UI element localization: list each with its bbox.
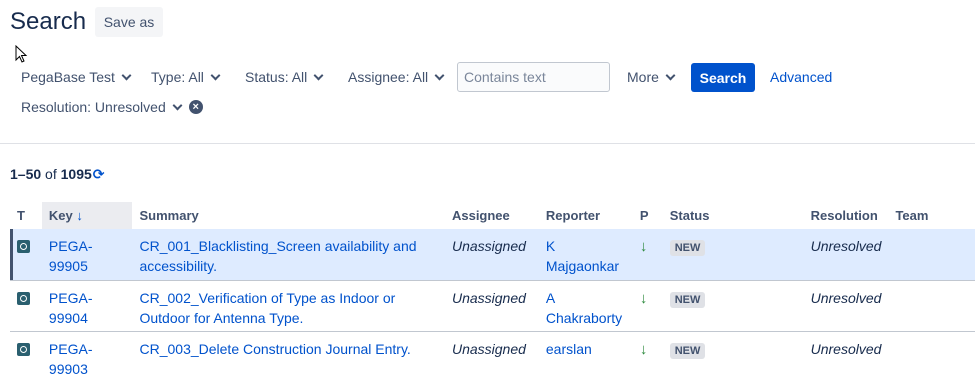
- column-header-reporter[interactable]: Reporter: [539, 202, 633, 229]
- resolution-filter[interactable]: Resolution: Unresolved ×: [21, 92, 203, 122]
- issue-key-link[interactable]: PEGA-99904: [49, 290, 93, 326]
- assignee-filter-label: Assignee: All: [348, 69, 429, 85]
- issue-assignee: Unassigned: [451, 238, 526, 254]
- clear-filter-icon[interactable]: ×: [188, 100, 203, 114]
- table-row[interactable]: PEGA-99905 CR_001_Blacklisting_Screen av…: [10, 229, 975, 281]
- chevron-down-icon: [210, 70, 221, 80]
- project-filter-label: PegaBase Test: [21, 69, 115, 85]
- chevron-down-icon: [313, 70, 324, 80]
- chevron-down-icon: [172, 100, 183, 110]
- more-filter[interactable]: More: [627, 62, 676, 92]
- issue-reporter-link[interactable]: A Chakraborty: [546, 290, 622, 326]
- issue-assignee: Unassigned: [451, 289, 526, 306]
- issue-key-link[interactable]: PEGA-99903: [49, 341, 93, 374]
- chevron-down-icon: [665, 70, 676, 80]
- results-total: 1095: [60, 166, 92, 182]
- issue-summary-link[interactable]: CR_001_Blacklisting_Screen availability …: [139, 238, 416, 274]
- assignee-filter[interactable]: Assignee: All: [348, 62, 445, 92]
- status-filter[interactable]: Status: All: [245, 62, 324, 92]
- results-range: 1–50: [10, 166, 42, 182]
- search-button[interactable]: Search: [691, 63, 755, 92]
- chevron-down-icon: [121, 70, 132, 80]
- refresh-icon[interactable]: ⟳: [93, 166, 105, 182]
- type-filter-label: Type: All: [151, 69, 204, 85]
- down-arrow-icon: ↓: [639, 238, 648, 255]
- issue-summary-link[interactable]: CR_002_Verification of Type as Indoor or…: [139, 290, 395, 326]
- column-header-assignee[interactable]: Assignee: [445, 202, 539, 229]
- status-badge: NEW: [669, 342, 706, 359]
- issue-type-icon: [17, 342, 30, 356]
- issue-resolution: Unresolved: [810, 238, 882, 254]
- issue-type-icon: [17, 240, 30, 253]
- column-header-type[interactable]: T: [10, 202, 42, 229]
- resolution-filter-label: Resolution: Unresolved: [21, 99, 166, 115]
- column-header-summary[interactable]: Summary: [132, 202, 444, 229]
- sort-arrow-icon: ↓: [76, 208, 83, 223]
- column-header-key[interactable]: Key ↓: [41, 202, 133, 229]
- issue-assignee: Unassigned: [451, 340, 526, 357]
- table-row[interactable]: PEGA-99903 CR_003_Delete Construction Jo…: [10, 331, 975, 374]
- results-count: 1–50 of 1095⟳: [10, 166, 105, 183]
- more-filter-label: More: [627, 69, 659, 85]
- filter-bar: PegaBase Test Type: All Status: All Assi…: [0, 62, 975, 92]
- results-of: of: [45, 166, 57, 182]
- down-arrow-icon: ↓: [639, 340, 648, 358]
- column-header-priority[interactable]: P: [633, 202, 663, 229]
- chevron-down-icon: [434, 70, 445, 80]
- advanced-link[interactable]: Advanced: [770, 62, 832, 92]
- status-badge: NEW: [669, 291, 706, 308]
- issue-reporter-link[interactable]: K Majgaonkar: [546, 238, 619, 274]
- issue-key-link[interactable]: PEGA-99905: [49, 238, 93, 274]
- column-header-key-label: Key: [48, 208, 73, 223]
- table-header-row: T Key ↓ Summary Assignee Reporter P Stat…: [10, 202, 975, 229]
- divider: [0, 143, 975, 144]
- type-filter[interactable]: Type: All: [151, 62, 221, 92]
- issue-resolution: Unresolved: [810, 289, 882, 306]
- column-header-resolution[interactable]: Resolution: [804, 202, 889, 229]
- column-header-status[interactable]: Status: [663, 202, 804, 229]
- issue-resolution: Unresolved: [810, 340, 882, 357]
- status-filter-label: Status: All: [245, 69, 308, 85]
- contains-text-input[interactable]: [457, 62, 610, 92]
- issues-table: T Key ↓ Summary Assignee Reporter P Stat…: [10, 202, 975, 374]
- save-as-button[interactable]: Save as: [95, 7, 163, 37]
- column-header-team[interactable]: Team: [888, 202, 975, 229]
- table-row[interactable]: PEGA-99904 CR_002_Verification of Type a…: [10, 280, 975, 332]
- issue-type-icon: [17, 291, 30, 305]
- issue-reporter-link[interactable]: earslan: [546, 341, 592, 357]
- project-filter[interactable]: PegaBase Test: [21, 62, 132, 92]
- status-badge: NEW: [669, 240, 706, 256]
- issue-summary-link[interactable]: CR_003_Delete Construction Journal Entry…: [139, 341, 410, 357]
- page-title: Search: [10, 8, 87, 35]
- down-arrow-icon: ↓: [639, 289, 648, 307]
